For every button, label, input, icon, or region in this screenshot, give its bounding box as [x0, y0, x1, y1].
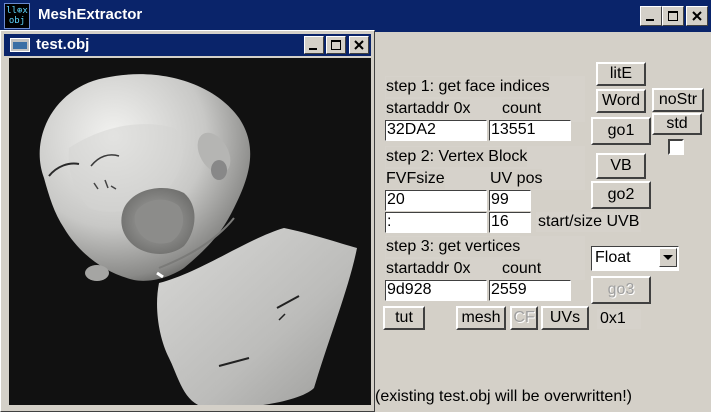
dropdown-button[interactable]	[659, 248, 677, 267]
app-icon-text: ll⊕x obj	[6, 6, 28, 26]
head-mesh-render	[39, 74, 357, 405]
step2-heading: step 2: Vertex Block	[386, 147, 528, 167]
model-window-title: test.obj	[36, 36, 90, 53]
mesh-3d-viewport[interactable]	[9, 58, 371, 405]
app-icon: ll⊕x obj	[4, 3, 30, 29]
uvb-label: start/size UVB	[536, 212, 642, 232]
step1-startaddr-label: startaddr 0x	[386, 99, 471, 119]
vertex-count-field[interactable]: 2559	[489, 280, 571, 301]
uvb-start-field[interactable]: :	[385, 212, 487, 233]
close-icon	[354, 40, 364, 50]
std-button[interactable]: std	[652, 113, 702, 135]
chevron-down-icon	[663, 254, 673, 260]
app-title-bar: ll⊕x obj MeshExtractor	[0, 0, 711, 32]
word-button[interactable]: Word	[596, 89, 646, 113]
fvfsize-field[interactable]: 20	[385, 190, 487, 211]
uvb-size-field[interactable]: 16	[489, 212, 531, 233]
uvpos-field[interactable]: 99	[489, 190, 531, 211]
format-select[interactable]: Float	[591, 246, 679, 271]
cf-button[interactable]: CF	[510, 306, 538, 330]
close-button[interactable]	[686, 6, 708, 26]
format-select-value: Float	[595, 249, 631, 266]
vb-button[interactable]: VB	[596, 153, 646, 179]
step1-heading: step 1: get face indices	[386, 77, 550, 97]
window-icon	[10, 38, 30, 52]
step1-count-label: count	[502, 99, 542, 119]
model-window-title-bar: test.obj	[4, 34, 371, 56]
face-count-field[interactable]: 13551	[489, 120, 571, 141]
vertex-startaddr-field[interactable]: 9d928	[385, 280, 487, 301]
model-minimize-button[interactable]	[304, 36, 324, 54]
go3-button[interactable]: go3	[591, 276, 651, 304]
go2-button[interactable]: go2	[591, 181, 651, 209]
model-window: test.obj	[0, 30, 375, 412]
face-startaddr-field[interactable]: 32DA2	[385, 120, 487, 141]
mesh-button[interactable]: mesh	[456, 306, 506, 330]
fvfsize-label: FVFsize	[386, 169, 445, 189]
go1-button[interactable]: go1	[591, 117, 651, 145]
std-checkbox[interactable]	[668, 139, 684, 155]
close-icon	[692, 11, 702, 21]
uvpos-label: UV pos	[490, 169, 543, 189]
maximize-icon	[668, 11, 678, 21]
status-message: (existing test.obj will be overwritten!)	[375, 386, 675, 408]
model-close-button[interactable]	[349, 36, 369, 54]
app-title: MeshExtractor	[38, 6, 143, 23]
tut-button[interactable]: tut	[383, 306, 425, 330]
step3-startaddr-label: startaddr 0x	[386, 259, 471, 279]
step3-count-label: count	[502, 259, 542, 279]
minimize-icon	[309, 48, 317, 50]
maximize-button[interactable]	[662, 6, 684, 26]
scale-label: 0x1	[597, 309, 641, 329]
nostr-button[interactable]: noStr	[652, 88, 704, 112]
minimize-icon	[646, 19, 654, 21]
step3-heading: step 3: get vertices	[386, 237, 521, 257]
lite-button[interactable]: litE	[596, 62, 646, 86]
model-maximize-button[interactable]	[326, 36, 346, 54]
maximize-icon	[331, 40, 341, 50]
minimize-button[interactable]	[640, 6, 662, 26]
uvs-button[interactable]: UVs	[541, 306, 589, 330]
